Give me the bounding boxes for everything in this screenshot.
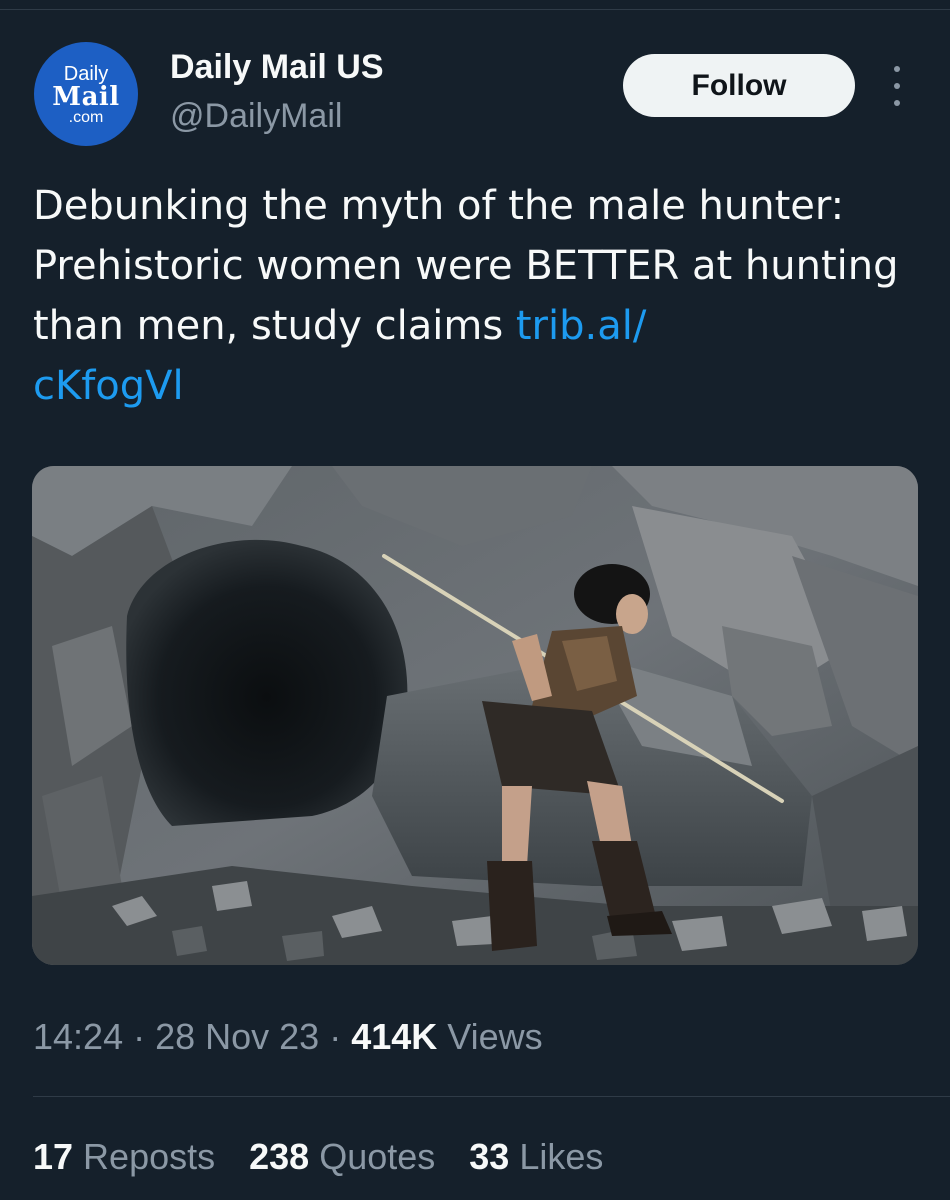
reposts-label: Reposts [73, 1136, 216, 1177]
likes-count: 33 [469, 1136, 510, 1177]
top-divider [0, 9, 950, 10]
author-display-name[interactable]: Daily Mail US [170, 48, 384, 87]
engagement-stats: 17 Reposts 238 Quotes 33 Likes [33, 1136, 603, 1178]
views-label: Views [437, 1016, 543, 1057]
views-count: 414K [351, 1016, 438, 1057]
reposts-count: 17 [33, 1136, 74, 1177]
avatar[interactable]: Daily Mail .com [34, 42, 138, 146]
quotes-label: Quotes [309, 1136, 436, 1177]
avatar-line-1: Daily [63, 63, 109, 85]
more-dot [894, 100, 900, 106]
cave-hunter-photo [32, 466, 918, 965]
tweet-date[interactable]: 28 Nov 23 [155, 1016, 319, 1057]
quotes-count: 238 [249, 1136, 310, 1177]
tweet-media-image[interactable] [32, 466, 918, 965]
tweet-link-part-2: cKfogVl [33, 363, 184, 409]
tweet-link-part-1: trib.al/ [515, 303, 647, 349]
avatar-line-3: .com [68, 109, 104, 126]
more-dot [894, 83, 900, 89]
more-dot [894, 66, 900, 72]
stats-divider [33, 1096, 950, 1097]
tweet-page: Daily Mail .com Daily Mail US @DailyMail… [0, 0, 950, 1200]
tweet-text: Debunking the myth of the male hunter: P… [33, 176, 913, 416]
quotes-stat[interactable]: 238 Quotes [249, 1136, 435, 1178]
tweet-time[interactable]: 14:24 [33, 1016, 123, 1057]
author-handle[interactable]: @DailyMail [170, 97, 342, 136]
tweet-body: Debunking the myth of the male hunter: P… [33, 183, 899, 349]
more-vertical-icon[interactable] [885, 66, 909, 106]
likes-stat[interactable]: 33 Likes [469, 1136, 603, 1178]
follow-button[interactable]: Follow [623, 54, 855, 117]
meta-separator: · [123, 1016, 156, 1057]
avatar-line-2: Mail [52, 82, 120, 112]
reposts-stat[interactable]: 17 Reposts [33, 1136, 215, 1178]
likes-label: Likes [509, 1136, 604, 1177]
meta-separator: · [319, 1016, 352, 1057]
tweet-meta: 14:24 · 28 Nov 23 · 414K Views [33, 1016, 543, 1058]
